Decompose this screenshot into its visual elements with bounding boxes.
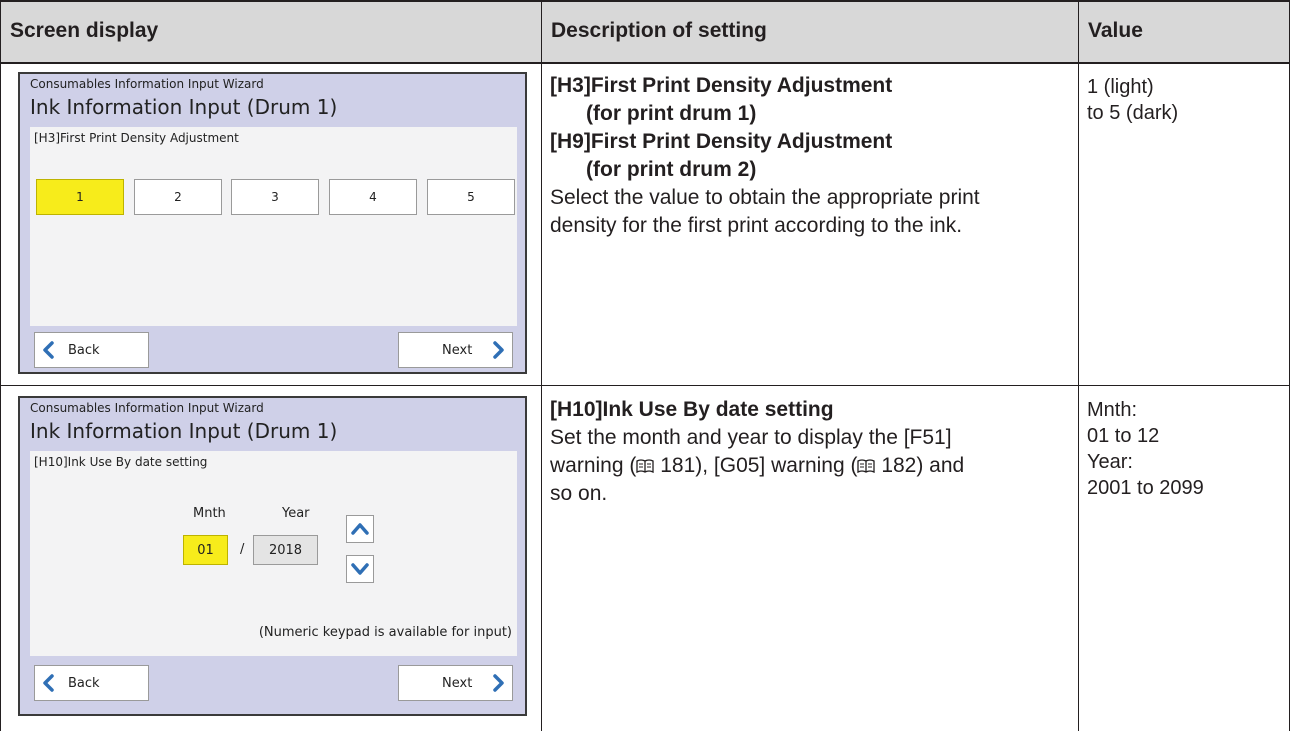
chevron-left-icon bbox=[43, 341, 54, 359]
back-button[interactable]: Back bbox=[34, 665, 149, 701]
density-value-line1: 1 (light) bbox=[1087, 76, 1154, 98]
next-button[interactable]: Next bbox=[398, 332, 513, 368]
density-option-1[interactable]: 1 bbox=[36, 179, 124, 215]
column-divider-1 bbox=[541, 0, 542, 731]
date-separator: / bbox=[240, 542, 245, 557]
density-body-line2: density for the first print according to… bbox=[550, 214, 963, 237]
description-use-by: [H10]Ink Use By date setting Set the mon… bbox=[550, 396, 1070, 508]
table-border-left bbox=[0, 0, 1, 731]
h3-title: [H3]First Print Density Adjustment bbox=[550, 74, 893, 97]
chevron-right-icon bbox=[493, 341, 504, 359]
density-option-3[interactable]: 3 bbox=[231, 179, 319, 215]
month-label: Mnth bbox=[193, 506, 226, 521]
chevron-down-icon bbox=[351, 563, 369, 575]
h3-subtitle: (for print drum 1) bbox=[586, 102, 757, 125]
back-label: Back bbox=[68, 676, 100, 691]
decrement-button[interactable] bbox=[346, 555, 374, 583]
next-label: Next bbox=[442, 343, 473, 358]
use-by-body-line2: warning ( 181), [G05] warning ( 182) and bbox=[550, 454, 965, 477]
use-by-body-line3: so on. bbox=[550, 482, 608, 505]
back-button[interactable]: Back bbox=[34, 332, 149, 368]
next-button[interactable]: Next bbox=[398, 665, 513, 701]
settings-panel: [H10]Ink Use By date setting Mnth Year 0… bbox=[30, 451, 517, 656]
table-border-top bbox=[0, 0, 1290, 2]
wizard-title: Consumables Information Input Wizard bbox=[30, 401, 264, 415]
settings-table: Screen display Description of setting Va… bbox=[0, 0, 1290, 731]
wizard-title: Consumables Information Input Wizard bbox=[30, 77, 264, 91]
back-label: Back bbox=[68, 343, 100, 358]
use-by-value-line1: Mnth: bbox=[1087, 399, 1138, 421]
setting-label: [H10]Ink Use By date setting bbox=[34, 455, 208, 469]
book-icon bbox=[636, 459, 655, 473]
header-cell-description: Description of setting bbox=[541, 0, 1078, 63]
year-label: Year bbox=[282, 506, 310, 521]
chevron-up-icon bbox=[351, 523, 369, 535]
h10-title: [H10]Ink Use By date setting bbox=[550, 398, 834, 421]
header-description: Description of setting bbox=[551, 19, 767, 42]
use-by-value-line4: 2001 to 2099 bbox=[1087, 477, 1204, 499]
h9-subtitle: (for print drum 2) bbox=[586, 158, 757, 181]
h9-title: [H9]First Print Density Adjustment bbox=[550, 130, 893, 153]
density-option-4[interactable]: 4 bbox=[329, 179, 417, 215]
increment-button[interactable] bbox=[346, 515, 374, 543]
device-screen-use-by: Consumables Information Input Wizard Ink… bbox=[18, 396, 527, 716]
description-density: [H3]First Print Density Adjustment (for … bbox=[550, 72, 1070, 240]
row-divider bbox=[0, 385, 1290, 386]
density-option-2[interactable]: 2 bbox=[134, 179, 222, 215]
screen-title: Ink Information Input (Drum 1) bbox=[30, 419, 338, 443]
year-field[interactable]: 2018 bbox=[253, 535, 318, 565]
setting-label: [H3]First Print Density Adjustment bbox=[34, 131, 239, 145]
use-by-value-line2: 01 to 12 bbox=[1087, 425, 1160, 447]
header-screen-display: Screen display bbox=[10, 19, 159, 42]
book-icon bbox=[857, 459, 876, 473]
next-label: Next bbox=[442, 676, 473, 691]
chevron-right-icon bbox=[493, 674, 504, 692]
settings-panel: [H3]First Print Density Adjustment 1 2 3… bbox=[30, 127, 517, 326]
month-field[interactable]: 01 bbox=[183, 535, 228, 565]
header-divider bbox=[0, 62, 1290, 64]
header-cell-screen: Screen display bbox=[0, 0, 541, 63]
value-density: 1 (light) to 5 (dark) bbox=[1087, 74, 1282, 126]
device-screen-density: Consumables Information Input Wizard Ink… bbox=[18, 72, 527, 374]
use-by-value-line3: Year: bbox=[1087, 451, 1133, 473]
use-by-body-line1: Set the month and year to display the [F… bbox=[550, 426, 952, 449]
chevron-left-icon bbox=[43, 674, 54, 692]
density-option-5[interactable]: 5 bbox=[427, 179, 515, 215]
density-value-line2: to 5 (dark) bbox=[1087, 102, 1179, 124]
value-use-by: Mnth: 01 to 12 Year: 2001 to 2099 bbox=[1087, 397, 1282, 501]
header-value: Value bbox=[1088, 19, 1143, 42]
column-divider-2 bbox=[1078, 0, 1079, 731]
screen-title: Ink Information Input (Drum 1) bbox=[30, 95, 338, 119]
density-body-line1: Select the value to obtain the appropria… bbox=[550, 186, 980, 209]
header-cell-value: Value bbox=[1078, 0, 1290, 63]
keypad-note: (Numeric keypad is available for input) bbox=[258, 625, 512, 640]
